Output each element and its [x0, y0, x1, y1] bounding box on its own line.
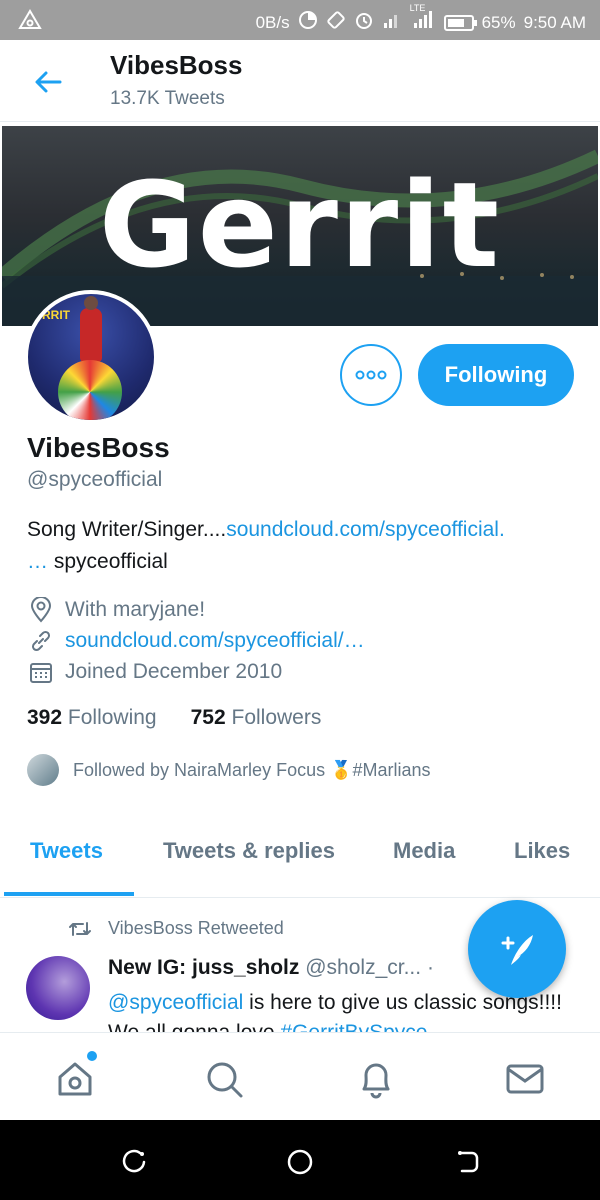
profile-tabs: Tweets Tweets & replies Media Likes — [0, 820, 600, 898]
retweet-indicator: VibesBoss Retweeted — [68, 918, 284, 939]
status-bar: 0B/s LTE 65% 9:50 AM — [0, 0, 600, 40]
home-notification-dot — [87, 1051, 97, 1061]
lte-signal-icon: LTE — [410, 3, 436, 34]
tab-tweets[interactable]: Tweets — [30, 838, 103, 864]
home-icon — [58, 1062, 92, 1096]
tab-tweets-replies[interactable]: Tweets & replies — [163, 838, 335, 864]
home-circle-icon — [287, 1149, 313, 1175]
follower-avatar — [27, 754, 59, 786]
tweet-author-avatar[interactable] — [26, 956, 90, 1020]
recent-apps-icon — [122, 1149, 146, 1173]
joined-row: Joined December 2010 — [27, 658, 282, 686]
avatar-text: RRIT — [42, 308, 70, 322]
arrow-left-icon — [35, 71, 62, 93]
following-button[interactable]: Following — [418, 344, 574, 406]
user-handle: @spyceofficial — [27, 468, 163, 491]
link-icon — [27, 627, 55, 655]
bell-icon — [362, 1063, 390, 1099]
back-system-icon — [458, 1151, 479, 1173]
nav-messages[interactable] — [503, 1057, 547, 1101]
system-nav-bar — [0, 1120, 600, 1200]
nav-search[interactable] — [202, 1057, 246, 1101]
app-notification-icon — [18, 8, 42, 37]
search-icon — [207, 1062, 243, 1098]
clock: 9:50 AM — [523, 12, 586, 32]
bio: Song Writer/Singer....soundcloud.com/spy… — [27, 514, 587, 578]
nav-notifications[interactable] — [354, 1057, 398, 1101]
tweet-author-handle: @sholz_cr... — [305, 956, 422, 979]
alarm-icon — [354, 10, 374, 35]
calendar-icon — [27, 658, 55, 686]
more-options-button[interactable] — [340, 344, 402, 406]
tweet-author-name[interactable]: New IG: juss_sholz — [108, 956, 299, 979]
rotate-icon — [326, 10, 346, 35]
follow-stats: 392 Following 752 Followers — [27, 706, 321, 730]
compose-tweet-button[interactable] — [468, 900, 566, 998]
mail-icon — [506, 1064, 544, 1094]
bio-tail: spyceofficial — [48, 550, 168, 573]
following-count: 392 — [27, 706, 63, 729]
display-name: VibesBoss — [27, 432, 170, 463]
recent-apps-button[interactable] — [118, 1146, 150, 1178]
location-row: With maryjane! — [27, 596, 205, 624]
followed-by-text: Followed by NairaMarley Focus 🥇#Marlians — [73, 759, 431, 780]
followers-count: 752 — [190, 706, 226, 729]
location-pin-icon — [27, 596, 55, 624]
battery-percent: 65% — [481, 12, 516, 32]
avatar-person — [80, 296, 102, 362]
avatar-globe — [58, 360, 122, 420]
bio-text: Song Writer/Singer.... — [27, 518, 227, 541]
banner-text: Gerrit — [98, 156, 502, 294]
bottom-nav — [0, 1032, 600, 1120]
tweet-header: New IG: juss_sholz @sholz_cr... · — [108, 956, 434, 980]
followers-label: Followers — [231, 706, 322, 729]
back-button[interactable] — [28, 62, 68, 102]
home-system-button[interactable] — [284, 1146, 316, 1178]
tweet-mention[interactable]: @spyceofficial — [108, 991, 243, 1014]
tab-likes[interactable]: Likes — [514, 838, 570, 864]
header-title: VibesBoss — [110, 50, 243, 80]
retweet-label: VibesBoss Retweeted — [108, 918, 284, 938]
data-saver-icon — [298, 10, 318, 35]
following-label: Following — [67, 706, 157, 729]
website-row: soundcloud.com/spyceofficial/… — [27, 627, 365, 655]
bio-link[interactable]: soundcloud.com/spyceofficial. — [226, 518, 505, 541]
tweet-separator: · — [426, 956, 434, 979]
signal-icon — [382, 11, 402, 34]
profile-avatar[interactable]: RRIT — [24, 290, 158, 424]
lte-label: LTE — [409, 3, 426, 13]
website-link[interactable]: soundcloud.com/spyceofficial/… — [65, 629, 365, 653]
retweet-icon — [69, 921, 91, 936]
network-speed: 0B/s — [255, 12, 290, 32]
followed-by-row[interactable]: Followed by NairaMarley Focus 🥇#Marlians — [27, 754, 431, 786]
tweet-hashtag[interactable]: #GerritBySpyce — [280, 1021, 427, 1032]
followers-stat[interactable]: 752 Followers — [191, 706, 322, 730]
tab-media[interactable]: Media — [393, 838, 455, 864]
back-system-button[interactable] — [452, 1146, 484, 1178]
more-dots-icon — [355, 370, 387, 380]
active-tab-indicator — [4, 892, 134, 896]
compose-feather-icon — [501, 935, 533, 965]
joined-text: Joined December 2010 — [65, 660, 283, 683]
bio-ellipsis[interactable]: … — [27, 550, 48, 573]
following-stat[interactable]: 392 Following — [27, 706, 157, 730]
profile-header: VibesBoss 13.7K Tweets — [0, 40, 600, 122]
location-text: With maryjane! — [65, 598, 206, 621]
nav-home[interactable] — [53, 1051, 97, 1101]
battery-icon — [443, 14, 477, 31]
tweet-count: 13.7K Tweets — [110, 88, 225, 109]
